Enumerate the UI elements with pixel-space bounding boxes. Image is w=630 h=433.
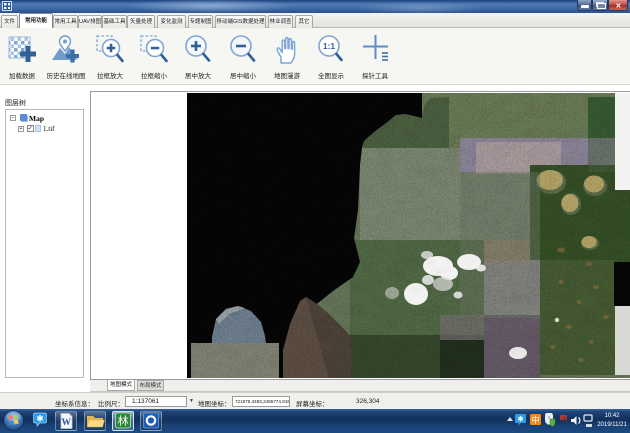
svg-text:1:1: 1:1 <box>323 41 336 51</box>
svg-text:✱: ✱ <box>36 414 44 424</box>
svg-text:中: 中 <box>531 415 540 425</box>
svg-text:林: 林 <box>118 414 129 428</box>
svg-text:W: W <box>61 418 71 428</box>
svg-text:✱: ✱ <box>517 415 524 424</box>
